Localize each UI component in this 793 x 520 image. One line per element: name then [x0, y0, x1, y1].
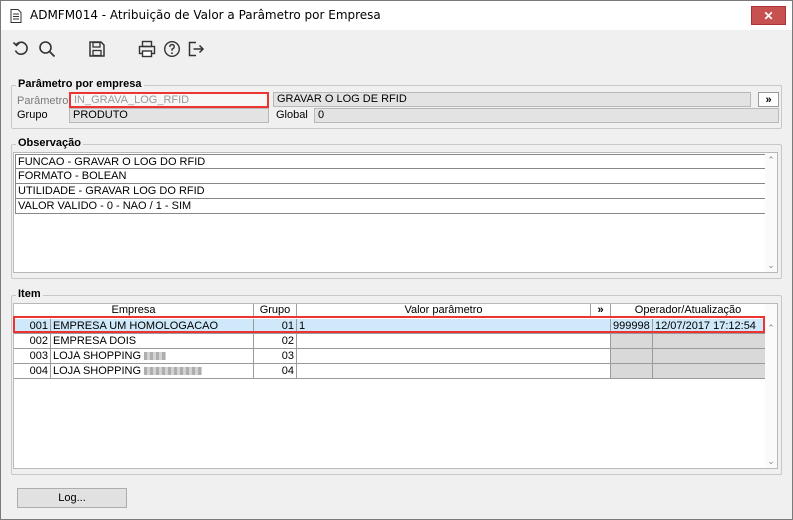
row-valor[interactable]: [297, 349, 611, 364]
parametro-lookup-button[interactable]: »: [758, 92, 779, 107]
chevron-up-icon[interactable]: ⌃: [767, 324, 775, 333]
chevron-up-icon[interactable]: ⌃: [767, 156, 775, 165]
row-grupo: 02: [254, 334, 297, 349]
app-window: ADMFM014 - Atribuição de Valor a Parâmet…: [0, 0, 793, 520]
row-code: 002: [14, 334, 51, 349]
document-icon: [10, 9, 22, 23]
chevron-down-icon[interactable]: ⌄: [767, 457, 775, 466]
row-empresa: EMPRESA DOIS: [51, 334, 254, 349]
print-icon: [138, 40, 156, 58]
row-atualizacao: 12/07/2017 17:12:54: [653, 319, 766, 334]
parametro-label: Parâmetro: [17, 95, 69, 107]
row-atualizacao: [653, 364, 766, 379]
search-button[interactable]: [37, 39, 57, 59]
row-grupo: 01: [254, 319, 297, 334]
close-button[interactable]: ✕: [751, 6, 786, 25]
row-valor[interactable]: [297, 364, 611, 379]
row-operador: [611, 349, 653, 364]
header-valor[interactable]: Valor parâmetro: [297, 304, 591, 318]
row-valor[interactable]: [297, 334, 611, 349]
window-title: ADMFM014 - Atribuição de Valor a Parâmet…: [30, 8, 381, 22]
row-empresa-cell: LOJA SHOPPING: [51, 364, 254, 379]
table-row[interactable]: 001 EMPRESA UM HOMOLOGACAO 01 1 999998 1…: [14, 319, 766, 334]
save-icon: [89, 41, 105, 57]
observacao-text[interactable]: FUNCAO - GRAVAR O LOG DO RFID FORMATO - …: [13, 152, 778, 273]
undo-button[interactable]: [11, 39, 31, 59]
redacted-text: [144, 367, 203, 376]
header-empresa[interactable]: Empresa: [14, 304, 254, 318]
grid-header: Empresa Grupo Valor parâmetro » Operador…: [14, 304, 766, 318]
log-button[interactable]: Log...: [17, 488, 127, 508]
parametro-input[interactable]: IN_GRAVA_LOG_RFID: [69, 92, 269, 108]
row-empresa: EMPRESA UM HOMOLOGACAO: [51, 319, 254, 334]
row-operador: 999998: [611, 319, 653, 334]
row-empresa: LOJA SHOPPING: [53, 350, 142, 362]
print-button[interactable]: [137, 39, 157, 59]
row-empresa: LOJA SHOPPING: [53, 365, 142, 377]
table-row[interactable]: 004 LOJA SHOPPING 04: [14, 364, 766, 379]
exit-button[interactable]: [186, 39, 206, 59]
observacao-line: FUNCAO - GRAVAR O LOG DO RFID: [15, 154, 766, 169]
row-code: 004: [14, 364, 51, 379]
observacao-line: VALOR VALIDO - 0 - NAO / 1 - SIM: [15, 199, 766, 214]
observacao-line: FORMATO - BOLEAN: [15, 169, 766, 184]
exit-icon: [188, 41, 205, 57]
row-operador: [611, 364, 653, 379]
double-chevron-right-icon: »: [765, 93, 772, 106]
row-grupo: 03: [254, 349, 297, 364]
item-legend: Item: [16, 288, 43, 300]
observacao-legend: Observação: [16, 137, 83, 149]
parametro-description: GRAVAR O LOG DE RFID: [273, 92, 751, 107]
item-grid[interactable]: Empresa Grupo Valor parâmetro » Operador…: [13, 303, 778, 469]
double-chevron-right-icon: »: [597, 304, 604, 316]
row-valor[interactable]: 1: [297, 319, 611, 334]
row-atualizacao: [653, 349, 766, 364]
toolbar: [1, 30, 792, 70]
parametro-legend: Parâmetro por empresa: [16, 78, 144, 90]
global-label: Global: [276, 109, 308, 121]
header-expand-button[interactable]: »: [591, 304, 611, 318]
row-code: 001: [14, 319, 51, 334]
grupo-field: PRODUTO: [69, 108, 269, 123]
row-operador: [611, 334, 653, 349]
help-icon: [163, 40, 181, 58]
chevron-down-icon[interactable]: ⌄: [767, 261, 775, 270]
header-operador[interactable]: Operador/Atualização: [611, 304, 766, 318]
help-button[interactable]: [162, 39, 182, 59]
item-grid-scrollbar[interactable]: ⌃ ⌄: [765, 304, 777, 468]
row-empresa-cell: LOJA SHOPPING: [51, 349, 254, 364]
grupo-label: Grupo: [17, 109, 48, 121]
search-icon: [39, 41, 56, 58]
save-button[interactable]: [87, 39, 107, 59]
undo-icon: [12, 41, 28, 55]
header-grupo[interactable]: Grupo: [254, 304, 297, 318]
close-icon: ✕: [763, 8, 774, 23]
observacao-line: UTILIDADE - GRAVAR LOG DO RFID: [15, 184, 766, 199]
row-atualizacao: [653, 334, 766, 349]
table-row[interactable]: 002 EMPRESA DOIS 02: [14, 334, 766, 349]
redacted-text: [144, 352, 167, 361]
table-row[interactable]: 003 LOJA SHOPPING 03: [14, 349, 766, 364]
observacao-scrollbar[interactable]: ⌃ ⌄: [765, 153, 777, 272]
row-grupo: 04: [254, 364, 297, 379]
title-bar: ADMFM014 - Atribuição de Valor a Parâmet…: [1, 1, 792, 30]
global-field: 0: [314, 108, 779, 123]
row-code: 003: [14, 349, 51, 364]
